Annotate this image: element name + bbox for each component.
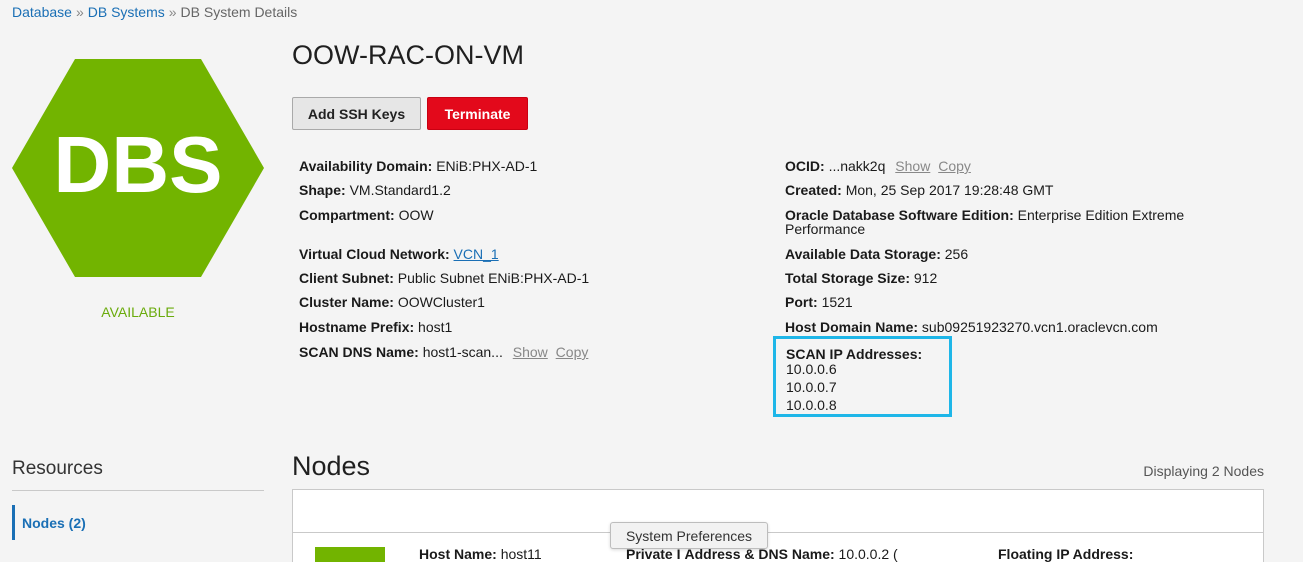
ocid-copy-link[interactable]: Copy — [938, 158, 971, 174]
detail-created: Created: Mon, 25 Sep 2017 19:28:48 GMT — [785, 182, 1054, 198]
detail-hostname-prefix: Hostname Prefix: host1 — [299, 319, 452, 335]
resources-heading: Resources — [12, 458, 103, 479]
breadcrumb: Database» DB Systems» DB System Details — [12, 4, 297, 20]
detail-label: SCAN DNS Name: — [299, 344, 419, 360]
detail-value: host1-scan... — [422, 344, 503, 360]
detail-label: Shape: — [299, 182, 346, 198]
detail-software-edition-cont: Performance — [785, 221, 865, 237]
node-icon — [315, 547, 385, 562]
detail-total-storage-size: Total Storage Size: 912 — [785, 270, 937, 286]
detail-value: ENiB:PHX-AD-1 — [436, 158, 538, 174]
detail-host-domain-name: Host Domain Name: sub09251923270.vcn1.or… — [785, 319, 1158, 335]
add-ssh-keys-button[interactable]: Add SSH Keys — [292, 97, 421, 130]
system-preferences-tooltip: System Preferences — [610, 522, 768, 549]
node-field-label: Host Name: — [419, 546, 497, 562]
detail-label: Compartment: — [299, 207, 395, 223]
detail-client-subnet: Client Subnet: Public Subnet ENiB:PHX-AD… — [299, 270, 589, 286]
scan-ip-address: 10.0.0.7 — [786, 379, 837, 395]
dbs-icon-text: DBS — [54, 120, 223, 209]
detail-cluster-name: Cluster Name: OOWCluster1 — [299, 294, 485, 310]
detail-value: Public Subnet ENiB:PHX-AD-1 — [397, 270, 590, 286]
ocid-show-link[interactable]: Show — [895, 158, 930, 174]
node-field-label: Floating IP Address: — [998, 546, 1134, 562]
breadcrumb-separator: » — [168, 4, 177, 20]
detail-ocid: OCID: ...nakk2q Show Copy — [785, 158, 971, 174]
detail-shape: Shape: VM.Standard1.2 — [299, 182, 451, 198]
nodes-panel: Host Name: host11 Private I Address & DNS… — [292, 489, 1264, 562]
scan-dns-copy-link[interactable]: Copy — [556, 344, 589, 360]
detail-label: OCID: — [785, 158, 825, 174]
detail-value: VM.Standard1.2 — [349, 182, 451, 198]
detail-value: sub09251923270.vcn1.oraclevcn.com — [921, 319, 1158, 335]
status-badge: AVAILABLE — [101, 304, 175, 320]
nodes-count: Displaying 2 Nodes — [1143, 463, 1264, 479]
dbs-hexagon-icon: DBS — [12, 59, 264, 277]
detail-label: Port: — [785, 294, 818, 310]
vcn-link[interactable]: VCN_1 — [454, 246, 499, 262]
detail-vcn: Virtual Cloud Network: VCN_1 — [299, 246, 499, 262]
detail-label: Availability Domain: — [299, 158, 433, 174]
detail-label: Virtual Cloud Network: — [299, 246, 450, 262]
page-title: OOW-RAC-ON-VM — [292, 40, 524, 70]
breadcrumb-separator: » — [75, 4, 84, 20]
node-host-name: Host Name: host11 — [419, 546, 542, 562]
detail-value: 912 — [913, 270, 938, 286]
detail-availability-domain: Availability Domain: ENiB:PHX-AD-1 — [299, 158, 537, 174]
detail-compartment: Compartment: OOW — [299, 207, 434, 223]
detail-value: host1 — [418, 319, 453, 335]
detail-value: 1521 — [821, 294, 853, 310]
detail-label: Client Subnet: — [299, 270, 394, 286]
detail-value: 256 — [944, 246, 969, 262]
detail-label: Total Storage Size: — [785, 270, 910, 286]
detail-label: Host Domain Name: — [785, 319, 919, 335]
node-field-value: host11 — [500, 546, 542, 562]
scan-ip-label: SCAN IP Addresses: — [786, 346, 923, 362]
breadcrumb-current: DB System Details — [180, 4, 298, 20]
detail-label: Cluster Name: — [299, 294, 394, 310]
detail-value: Performance — [785, 221, 866, 237]
detail-value: OOW — [398, 207, 434, 223]
detail-available-data-storage: Available Data Storage: 256 — [785, 246, 968, 262]
scan-ip-highlight-box: SCAN IP Addresses: 10.0.0.6 10.0.0.7 10.… — [773, 336, 952, 417]
breadcrumb-db-systems[interactable]: DB Systems — [88, 4, 165, 20]
scan-ip-address: 10.0.0.6 — [786, 361, 837, 377]
breadcrumb-database[interactable]: Database — [12, 4, 72, 20]
node-field-value: 10.0.0.2 ( — [838, 546, 898, 562]
nodes-panel-divider — [293, 532, 1263, 533]
detail-label: Hostname Prefix: — [299, 319, 415, 335]
detail-value: OOWCluster1 — [397, 294, 485, 310]
node-floating-ip: Floating IP Address: — [998, 546, 1133, 562]
resources-item-nodes[interactable]: Nodes (2) — [12, 505, 264, 540]
detail-label: Available Data Storage: — [785, 246, 941, 262]
detail-port: Port: 1521 — [785, 294, 853, 310]
detail-value: Enterprise Edition Extreme — [1017, 207, 1185, 223]
detail-scan-dns-name: SCAN DNS Name: host1-scan... Show Copy — [299, 344, 588, 360]
scan-ip-address: 10.0.0.8 — [786, 397, 837, 413]
terminate-button[interactable]: Terminate — [427, 97, 528, 130]
detail-value: Mon, 25 Sep 2017 19:28:48 GMT — [845, 182, 1054, 198]
resources-divider — [12, 490, 264, 491]
nodes-heading: Nodes — [292, 451, 371, 481]
detail-value: ...nakk2q — [828, 158, 886, 174]
scan-dns-show-link[interactable]: Show — [513, 344, 548, 360]
detail-label: Created: — [785, 182, 842, 198]
